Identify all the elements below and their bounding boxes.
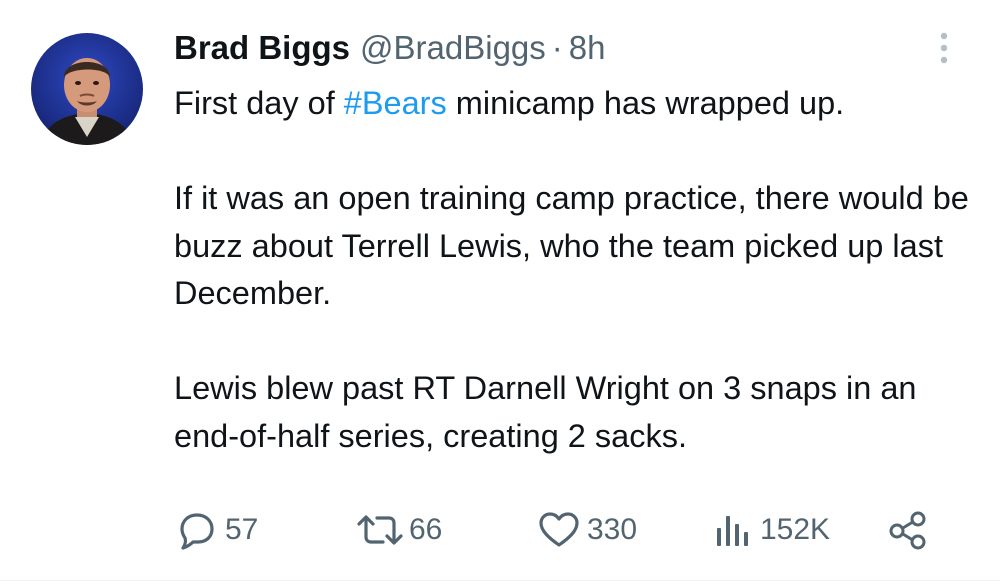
more-options-icon[interactable] — [930, 28, 958, 68]
retweet-button[interactable]: 66 — [355, 506, 442, 554]
tweet-text-start: First day of — [174, 85, 344, 121]
tweet-header: Brad Biggs @BradBiggs · 8h — [174, 26, 606, 70]
tweet-text-end: minicamp has wrapped up. — [446, 85, 845, 121]
tweet-paragraph-2: If it was an open training camp practice… — [174, 180, 969, 311]
like-button[interactable]: 330 — [537, 506, 637, 554]
retweet-count: 66 — [409, 513, 443, 546]
reply-button[interactable]: 57 — [177, 506, 258, 554]
share-icon — [886, 508, 930, 552]
hashtag-link[interactable]: #Bears — [344, 85, 447, 121]
tweet-text: First day of #Bears minicamp has wrapped… — [174, 80, 974, 460]
views-count: 152K — [760, 513, 831, 546]
like-count: 330 — [587, 513, 638, 546]
tweet-action-bar: 57 66 330 152K — [0, 500, 1000, 560]
views-icon — [714, 510, 754, 550]
retweet-icon — [355, 510, 405, 550]
tweet-card: Brad Biggs @BradBiggs · 8h First day of … — [0, 0, 1000, 587]
share-button[interactable] — [886, 506, 930, 554]
tweet-timestamp[interactable]: 8h — [569, 26, 606, 70]
divider — [0, 580, 1000, 581]
author-avatar[interactable] — [31, 33, 143, 145]
reply-count: 57 — [225, 513, 259, 546]
tweet-paragraph-3: Lewis blew past RT Darnell Wright on 3 s… — [174, 370, 917, 454]
reply-icon — [177, 510, 217, 550]
avatar-image — [31, 33, 143, 145]
author-display-name[interactable]: Brad Biggs — [174, 26, 350, 70]
author-handle[interactable]: @BradBiggs — [360, 26, 546, 70]
tweet-paragraph-1: First day of #Bears minicamp has wrapped… — [174, 80, 974, 128]
views-button[interactable]: 152K — [714, 506, 830, 554]
heart-icon — [537, 510, 581, 550]
separator-dot: · — [551, 29, 563, 66]
